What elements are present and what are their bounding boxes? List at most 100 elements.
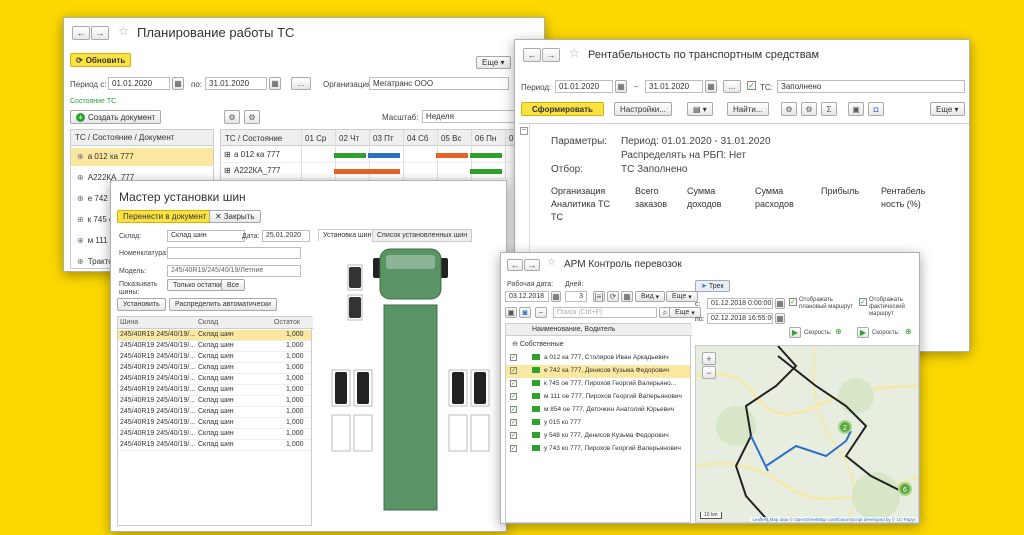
checkbox[interactable]: ✓ xyxy=(510,419,517,426)
checkbox[interactable]: ✓ xyxy=(510,380,517,387)
table-row[interactable]: 245/40R19 245/40/19/... Склад шин 1,000 xyxy=(118,363,311,374)
forward-button[interactable]: → xyxy=(91,26,109,40)
map-marker[interactable]: 6 xyxy=(898,482,912,496)
calendar-icon[interactable]: ▦ xyxy=(269,77,281,90)
list-item[interactable]: ✓ а 012 ка 777, Столяров Иван Аркадьевич xyxy=(506,352,690,365)
collapse-icon[interactable]: − xyxy=(520,127,528,135)
checkbox[interactable]: ✓ xyxy=(510,445,517,452)
table-row[interactable]: 245/40R19 245/40/19/... Склад шин 1,000 xyxy=(118,396,311,407)
calendar-icon[interactable]: ▦ xyxy=(615,80,627,93)
search-input[interactable]: Поиск (Ctrl+F) xyxy=(553,307,657,318)
gantt-bar[interactable] xyxy=(470,153,502,158)
map[interactable]: + − 2 6 10 km Leaflet | Map data © OpenS… xyxy=(695,345,919,523)
list-group[interactable]: ⊖ Собственные xyxy=(512,340,564,348)
tab-install[interactable]: Установка шин xyxy=(318,229,377,241)
tire-slot[interactable] xyxy=(470,414,490,452)
days-field[interactable]: 3 xyxy=(565,291,587,302)
workdate-field[interactable]: 03.12.2018 xyxy=(505,291,549,302)
tire-icon[interactable] xyxy=(474,372,486,404)
plan-route-checkbox[interactable]: ✓ xyxy=(789,298,797,306)
fact-route-checkbox[interactable]: ✓ xyxy=(859,298,867,306)
model-field[interactable]: 245/40R19/245/40/19/Летние xyxy=(167,265,301,277)
table-row[interactable]: 245/40R19 245/40/19/... Склад шин 1,000 xyxy=(118,418,311,429)
gantt-scale-icon[interactable]: ⚙ xyxy=(244,110,260,124)
checkbox[interactable]: ✓ xyxy=(510,406,517,413)
group-icon[interactable]: ▣ xyxy=(505,307,517,318)
variants-button[interactable]: ▤ ▾ xyxy=(687,102,713,116)
period-select-button[interactable]: ... xyxy=(723,80,741,93)
checkbox[interactable]: ✓ xyxy=(510,393,517,400)
calendar-icon[interactable]: ▦ xyxy=(705,80,717,93)
date-field[interactable]: 25.01.2020 xyxy=(262,230,310,242)
checkbox[interactable]: ✓ xyxy=(510,354,517,361)
only-rest-toggle[interactable]: Только остатки xyxy=(167,279,228,291)
favorite-star-icon[interactable]: ☆ xyxy=(569,46,580,60)
settings-button[interactable]: Настройки... xyxy=(614,102,672,116)
tree-item[interactable]: ⊕ а 012 ка 777 xyxy=(71,148,213,166)
tire-slot[interactable] xyxy=(448,414,468,452)
period-select-button[interactable]: ... xyxy=(291,77,311,90)
nomenclature-field[interactable] xyxy=(167,247,301,259)
gantt-row[interactable]: ⊞ А222КА_777 xyxy=(221,164,544,179)
transfer-to-document-button[interactable]: Перенести в документ xyxy=(117,210,213,223)
period-icon[interactable]: |≡| xyxy=(593,291,605,302)
gantt-settings-icon[interactable]: ⚙ xyxy=(224,110,240,124)
list-item[interactable]: ✓ у 548 ко 777, Денисов Кузьма Федорович xyxy=(506,430,690,443)
from-field[interactable]: 01.12.2018 0:00:00 xyxy=(707,298,773,309)
checkbox[interactable]: ✓ xyxy=(510,432,517,439)
tire-slot[interactable] xyxy=(331,414,351,452)
period-to-field[interactable]: 31.01.2020 xyxy=(205,77,267,90)
settings-icon[interactable]: ⚙ xyxy=(801,102,817,116)
favorite-star-icon[interactable]: ☆ xyxy=(118,24,129,38)
back-button[interactable]: ← xyxy=(72,26,90,40)
all-toggle[interactable]: Все xyxy=(221,279,246,291)
view-button[interactable]: Вид ▾ xyxy=(635,291,666,302)
zoom-in-button[interactable]: + xyxy=(702,352,716,365)
generate-button[interactable]: Сформировать xyxy=(521,102,604,116)
calendar-icon[interactable]: ▦ xyxy=(551,291,561,302)
scale-field[interactable]: Неделя xyxy=(422,110,517,123)
list-item[interactable]: ✓ е 742 ка 777, Денисов Кузьма Федорович xyxy=(506,365,690,378)
calendar-icon[interactable]: ▦ xyxy=(775,298,785,309)
list-item[interactable]: ✓ у 743 ко 777, Пирохов Георгий Валерьяно… xyxy=(506,443,690,456)
gantt-bar[interactable] xyxy=(368,153,400,158)
create-document-button[interactable]: + Создать документ xyxy=(70,110,162,124)
list-item[interactable]: ✓ у 015 ко 777 xyxy=(506,417,690,430)
zoom-out-button[interactable]: − xyxy=(702,366,716,379)
speed-slider-icon[interactable]: ⊕ xyxy=(835,327,842,336)
period-from-field[interactable]: 01.01.2020 xyxy=(555,80,613,93)
table-row[interactable]: 245/40R19 245/40/19/... Склад шин 1,000 xyxy=(118,341,311,352)
more-button[interactable]: Еще ▾ xyxy=(930,102,965,116)
list-item[interactable]: ✓ к 745 ое 777, Пирохов Георгий Валерьяно… xyxy=(506,378,690,391)
tire-icon[interactable] xyxy=(349,297,361,318)
gantt-row[interactable]: ⊞ а 012 ка 777 xyxy=(221,148,544,163)
track-button[interactable]: ➤ Трек xyxy=(695,280,730,292)
gantt-bar[interactable] xyxy=(334,169,400,174)
map-marker[interactable]: 2 xyxy=(838,420,852,434)
org-field[interactable]: Мегатранс ООО xyxy=(369,77,509,90)
speed-slider-icon[interactable]: ⊕ xyxy=(905,327,912,336)
auto-distribute-button[interactable]: Распределить автоматически xyxy=(169,298,277,311)
tire-icon[interactable] xyxy=(357,372,369,404)
ts-checkbox[interactable]: ✓ xyxy=(747,81,756,90)
back-button[interactable]: ← xyxy=(507,259,523,271)
gantt-bar[interactable] xyxy=(334,153,366,158)
warehouse-field[interactable]: Склад шин xyxy=(167,230,245,242)
table-row[interactable]: 245/40R19 245/40/19/... Склад шин 1,000 xyxy=(118,330,311,341)
checkbox[interactable]: ✓ xyxy=(510,367,517,374)
period-from-field[interactable]: 01.01.2020 xyxy=(108,77,170,90)
forward-button[interactable]: → xyxy=(542,48,560,62)
table-row[interactable]: 245/40R19 245/40/19/... Склад шин 1,000 xyxy=(118,407,311,418)
gantt-bar[interactable] xyxy=(436,153,468,158)
calendar-icon[interactable]: ▦ xyxy=(775,313,785,324)
period-to-field[interactable]: 31.01.2020 xyxy=(645,80,703,93)
table-row[interactable]: 245/40R19 245/40/19/... Склад шин 1,000 xyxy=(118,385,311,396)
settings-icon[interactable]: ⚙ xyxy=(781,102,797,116)
list-item[interactable]: ✓ м 111 ое 777, Пирохов Георгий Валерьяно… xyxy=(506,391,690,404)
calendar-icon[interactable]: ▦ xyxy=(172,77,184,90)
tire-icon[interactable] xyxy=(335,372,347,404)
map-icon[interactable]: ◙ xyxy=(519,307,531,318)
table-row[interactable]: 245/40R19 245/40/19/... Склад шин 1,000 xyxy=(118,374,311,385)
ts-field[interactable]: Заполнено xyxy=(777,80,965,93)
gantt-bar[interactable] xyxy=(470,169,502,174)
